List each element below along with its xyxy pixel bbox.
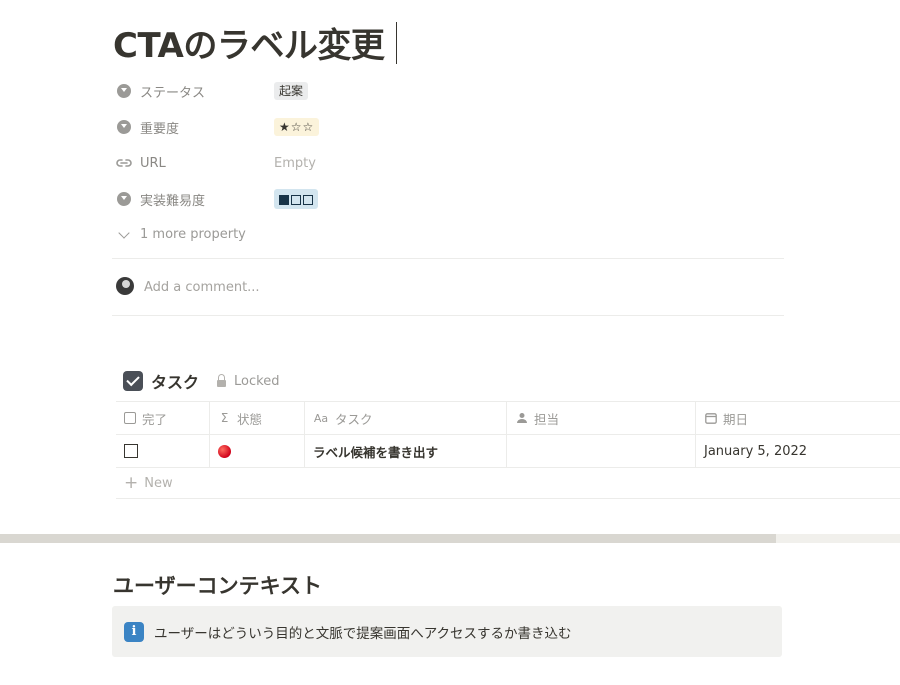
- checkbox-icon: [124, 412, 136, 424]
- plus-icon: +: [124, 473, 139, 493]
- checklist-icon: [123, 371, 143, 391]
- callout-block[interactable]: i ユーザーはどういう目的と文脈で提案画面へアクセスするか書き込む: [112, 606, 782, 657]
- person-icon: [515, 412, 528, 425]
- property-name: URL: [140, 155, 166, 171]
- property-url[interactable]: URL Empty: [116, 151, 776, 175]
- property-priority[interactable]: 重要度 ★☆☆: [116, 115, 776, 139]
- column-header-status[interactable]: Σ 状態: [210, 402, 305, 434]
- divider: [112, 315, 784, 316]
- section-heading[interactable]: ユーザーコンテキスト: [113, 570, 322, 600]
- locked-label[interactable]: Locked: [234, 374, 279, 389]
- select-icon: [116, 119, 132, 135]
- done-cell[interactable]: [116, 435, 210, 467]
- divider: [112, 258, 784, 259]
- done-checkbox[interactable]: [124, 444, 138, 458]
- more-properties-toggle[interactable]: 1 more property: [118, 226, 246, 242]
- red-circle-icon: [218, 444, 231, 458]
- comment-input[interactable]: Add a comment...: [144, 280, 260, 295]
- text-cursor: [396, 22, 397, 64]
- column-header-done[interactable]: 完了: [116, 402, 210, 434]
- table-header-row: 完了 Σ 状態 Aa タスク 担当 期日: [116, 401, 900, 434]
- text-icon: Aa: [313, 411, 329, 425]
- horizontal-scrollbar[interactable]: [0, 534, 900, 543]
- table-row[interactable]: ラベル候補を書き出す January 5, 2022: [116, 434, 900, 468]
- select-icon: [116, 191, 132, 207]
- select-icon: [116, 83, 132, 99]
- formula-icon: Σ: [220, 411, 229, 425]
- link-icon: [116, 155, 132, 171]
- column-header-assignee[interactable]: 担当: [507, 402, 696, 434]
- database-table: 完了 Σ 状態 Aa タスク 担当 期日 ラベル候補を書き出す January …: [116, 401, 900, 499]
- more-properties-label: 1 more property: [140, 227, 246, 242]
- page-title[interactable]: CTAのラベル変更: [113, 18, 385, 67]
- scrollbar-thumb[interactable]: [0, 534, 776, 543]
- property-name: ステータス: [140, 85, 206, 101]
- difficulty-tag[interactable]: [274, 189, 318, 209]
- url-value[interactable]: Empty: [274, 156, 316, 171]
- task-cell[interactable]: ラベル候補を書き出す: [305, 435, 507, 467]
- property-name: 重要度: [140, 121, 180, 137]
- chevron-down-icon: [118, 226, 130, 239]
- database-header: タスク Locked: [123, 369, 279, 393]
- column-header-due[interactable]: 期日: [696, 402, 900, 434]
- property-status[interactable]: ステータス 起案: [116, 79, 776, 103]
- status-tag[interactable]: 起案: [274, 82, 309, 100]
- priority-tag[interactable]: ★☆☆: [274, 118, 320, 136]
- comment-box[interactable]: Add a comment...: [116, 276, 260, 295]
- info-icon[interactable]: i: [124, 621, 144, 642]
- new-row-button[interactable]: + New: [116, 468, 900, 499]
- database-title[interactable]: タスク: [151, 369, 199, 393]
- avatar: [116, 276, 134, 295]
- status-cell[interactable]: [210, 435, 305, 467]
- assignee-cell[interactable]: [507, 435, 696, 467]
- due-cell[interactable]: January 5, 2022: [696, 435, 900, 467]
- calendar-icon: [704, 412, 717, 425]
- property-name: 実装難易度: [140, 193, 206, 209]
- column-header-task[interactable]: Aa タスク: [305, 402, 507, 434]
- lock-icon: [217, 373, 227, 387]
- property-difficulty[interactable]: 実装難易度: [116, 187, 776, 211]
- callout-text[interactable]: ユーザーはどういう目的と文脈で提案画面へアクセスするか書き込む: [154, 622, 572, 642]
